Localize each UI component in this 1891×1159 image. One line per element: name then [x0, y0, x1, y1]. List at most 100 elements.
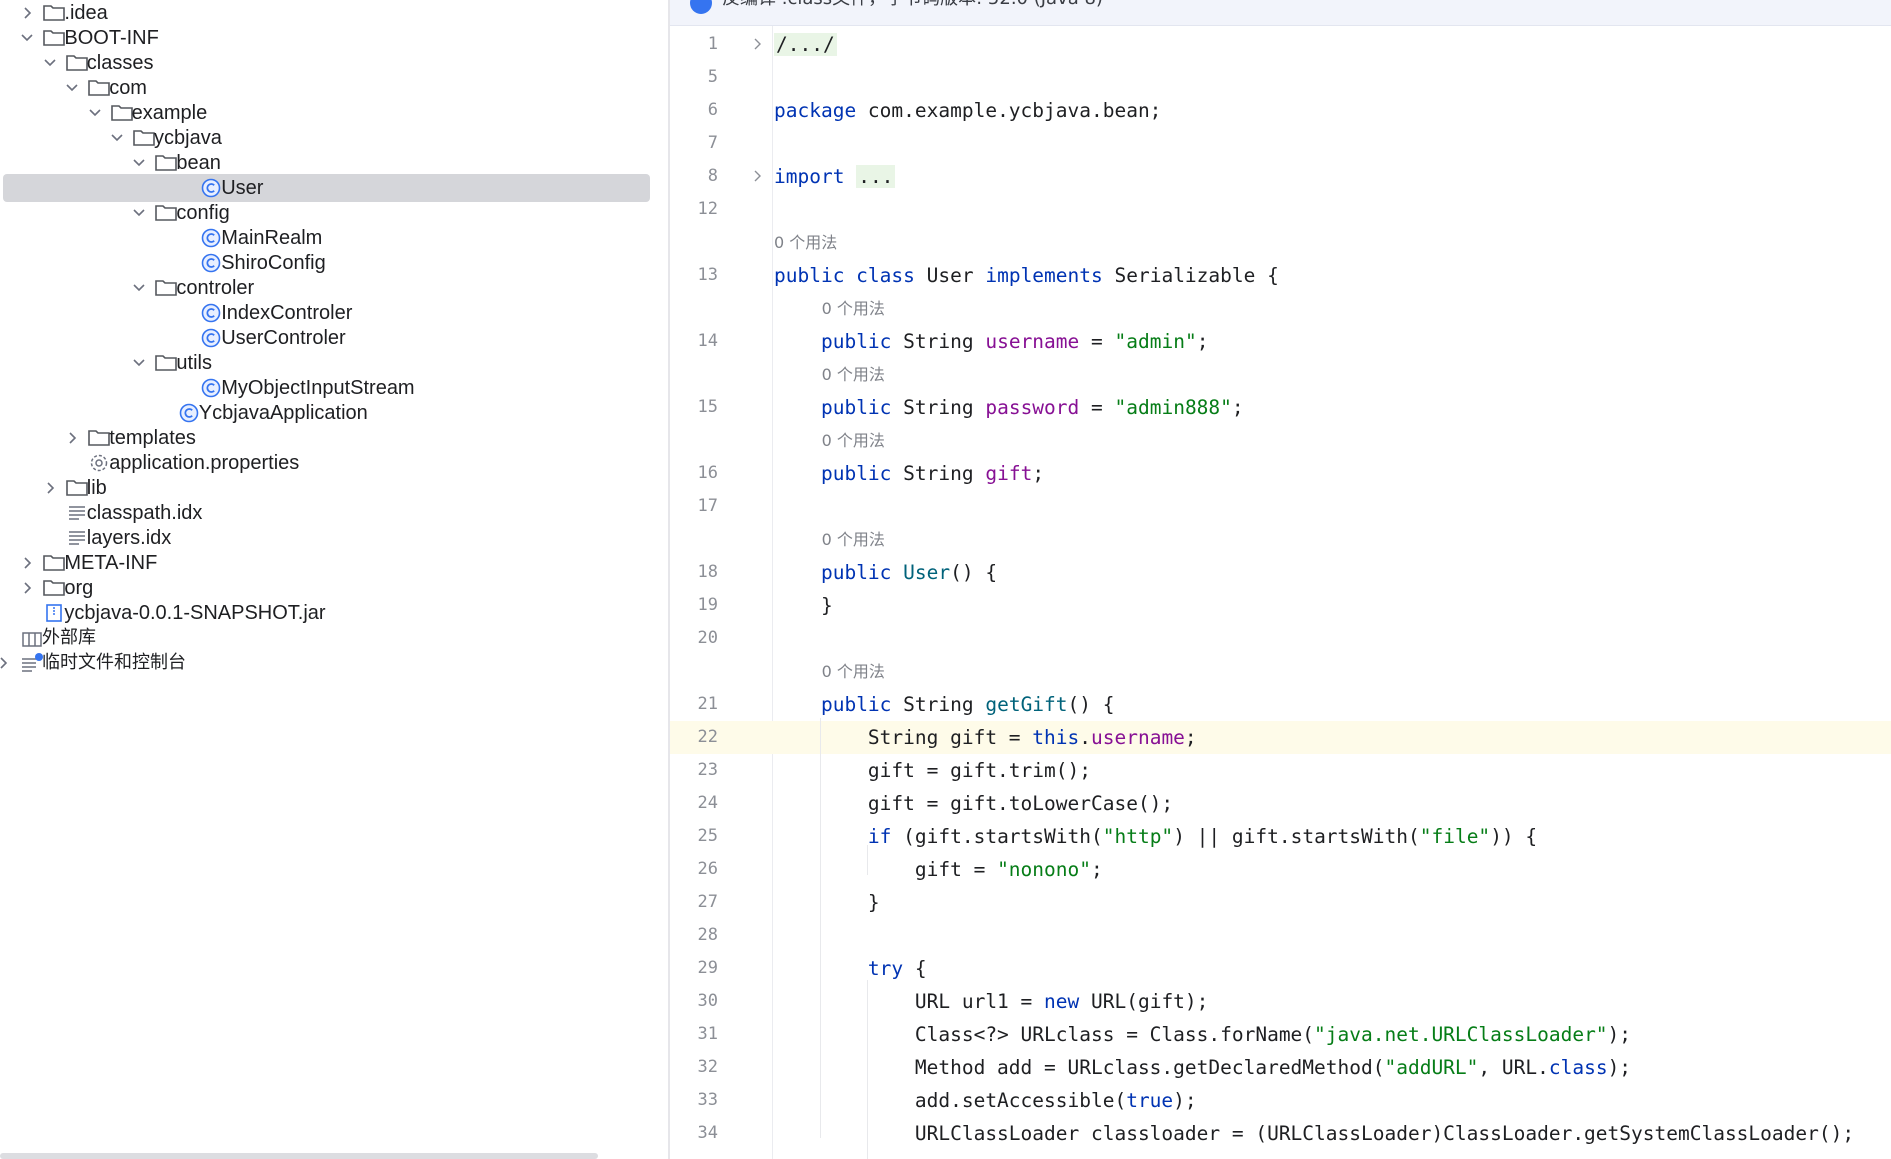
code-token: gift = [774, 858, 998, 881]
code-token: password [985, 396, 1080, 419]
code-token: String [891, 462, 986, 485]
usage-hint[interactable]: 0 个用法 [822, 424, 885, 457]
line-number: 28 [697, 925, 718, 945]
line-number: 29 [697, 958, 718, 978]
code-token: )) { [1490, 825, 1538, 848]
code-token: ; [1032, 462, 1045, 485]
code-token: , URL. [1478, 1056, 1549, 1079]
code-token: public [820, 462, 892, 485]
tree-item-label: 临时文件和控制台 [42, 652, 186, 673]
code-line[interactable]: public String gift; [774, 457, 1891, 490]
usage-hint[interactable]: 0 个用法 [822, 292, 885, 325]
code-line[interactable]: public String getGift() { [774, 688, 1891, 721]
usage-hint[interactable]: 0 个用法 [774, 226, 837, 259]
code-token: try [867, 957, 904, 980]
code-line[interactable]: Class<?> URLclass = Class.forName("java.… [774, 1018, 1891, 1051]
code-token: package [774, 99, 857, 122]
indent-guide [867, 980, 869, 1159]
line-number: 23 [697, 760, 718, 780]
code-line[interactable] [774, 127, 1891, 160]
code-line[interactable]: /.../ [774, 28, 1891, 61]
code-token: gift = gift.trim(); [774, 759, 1091, 782]
code-token: = [1079, 396, 1115, 419]
fold-chevron-icon[interactable] [752, 160, 764, 193]
code-line[interactable]: import ... [774, 160, 1891, 193]
code-token: "file" [1419, 825, 1491, 848]
line-number: 25 [697, 826, 718, 846]
code-line[interactable]: package com.example.ycbjava.bean; [774, 94, 1891, 127]
code-token: Method add = URLclass.getDeclaredMethod( [774, 1056, 1385, 1079]
code-token: "nonono" [997, 858, 1091, 881]
code-line[interactable] [774, 622, 1891, 655]
code-editor[interactable]: 反编译 .class文件，字节码版本: 52.0 (Java 8) 1 /.../… [670, 0, 1891, 1159]
code-token: () { [950, 561, 998, 584]
code-line[interactable]: URLClassLoader classloader = (URLClassLo… [774, 1117, 1891, 1150]
code-token: public [820, 693, 892, 716]
code-token: String [891, 693, 986, 716]
line-number: 15 [697, 397, 718, 417]
code-line[interactable] [774, 919, 1891, 952]
line-number: 5 [707, 67, 718, 87]
fold-chevron-icon[interactable] [752, 28, 764, 61]
info-icon [690, 0, 712, 14]
code-token: public [820, 561, 892, 584]
code-line[interactable]: } [774, 886, 1891, 919]
code-token: true [1126, 1089, 1174, 1112]
usage-hint[interactable]: 0 个用法 [822, 655, 885, 688]
decompiled-notice-text: 反编译 .class文件，字节码版本: 52.0 (Java 8) [722, 0, 1103, 10]
code-token: ); [1173, 1089, 1197, 1112]
code-token: = [1079, 330, 1115, 353]
code-line[interactable]: public User() { [774, 556, 1891, 589]
code-token: { [903, 957, 927, 980]
code-token: Class<?> URLclass = Class.forName( [774, 1023, 1315, 1046]
code-token: import [774, 165, 845, 188]
chevron-right-icon[interactable] [0, 648, 12, 678]
code-line[interactable]: String gift = this.username; [774, 721, 1891, 754]
decompiled-notice-bar: 反编译 .class文件，字节码版本: 52.0 (Java 8) [670, 0, 1891, 26]
gutter-separator [772, 26, 773, 1159]
code-line[interactable]: public class User implements Serializabl… [774, 259, 1891, 292]
tree-item[interactable]: 临时文件和控制台 [0, 648, 668, 678]
code-line[interactable]: public String username = "admin"; [774, 325, 1891, 358]
code-token: gift = gift.toLowerCase(); [774, 792, 1174, 815]
horizontal-scrollbar[interactable] [0, 1153, 598, 1159]
code-line[interactable]: gift = gift.trim(); [774, 754, 1891, 787]
line-number: 33 [697, 1090, 718, 1110]
code-token: implements [985, 264, 1103, 287]
code-line[interactable]: gift = gift.toLowerCase(); [774, 787, 1891, 820]
code-line[interactable]: try { [774, 952, 1891, 985]
code-line[interactable]: Method add = URLclass.getDeclaredMethod(… [774, 1051, 1891, 1084]
code-token: ; [1184, 726, 1197, 749]
code-token: ) || gift.startsWith( [1173, 825, 1420, 848]
code-line[interactable]: public String password = "admin888"; [774, 391, 1891, 424]
line-number: 20 [697, 628, 718, 648]
line-number: 6 [707, 100, 718, 120]
code-line[interactable]: if (gift.startsWith("http") || gift.star… [774, 820, 1891, 853]
code-line[interactable] [774, 61, 1891, 94]
usage-hint[interactable]: 0 个用法 [822, 523, 885, 556]
code-line[interactable]: add.setAccessible(true); [774, 1084, 1891, 1117]
usage-hint[interactable]: 0 个用法 [822, 358, 885, 391]
code-token: URLClassLoader classloader = (URLClassLo… [774, 1122, 1855, 1145]
code-token: com.example.ycbjava.bean; [856, 99, 1162, 122]
code-line[interactable]: } [774, 589, 1891, 622]
code-line[interactable]: gift = "nonono"; [774, 853, 1891, 886]
code-token: username [985, 330, 1080, 353]
line-number: 19 [697, 595, 718, 615]
code-token: Serializable { [1102, 264, 1279, 287]
code-line[interactable]: URL url1 = new URL(gift); [774, 985, 1891, 1018]
code-token: ; [1090, 858, 1103, 881]
code-token: (gift.startsWith( [891, 825, 1103, 848]
code-token: "http" [1102, 825, 1174, 848]
code-token: this [1032, 726, 1080, 749]
code-line[interactable] [774, 490, 1891, 523]
line-number: 16 [697, 463, 718, 483]
code-line[interactable] [774, 193, 1891, 226]
